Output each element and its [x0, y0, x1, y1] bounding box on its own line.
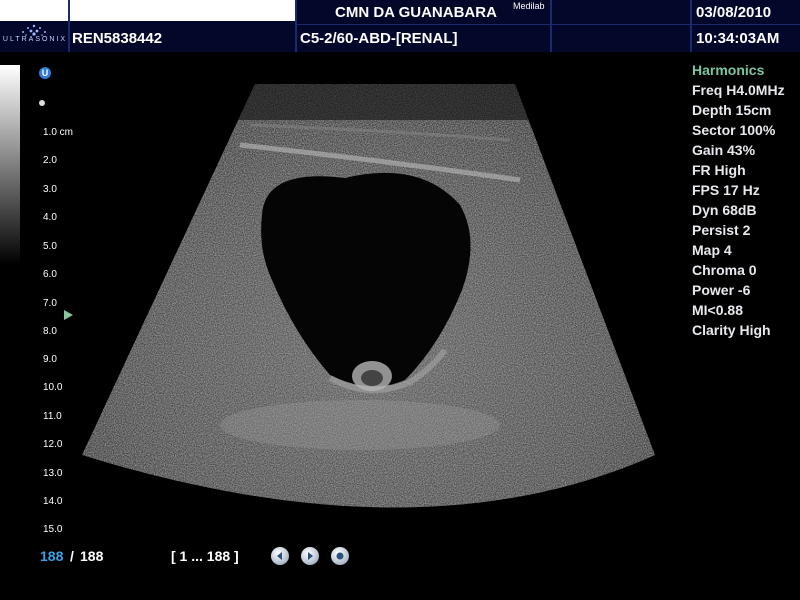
stop-icon: [336, 552, 344, 560]
depth-label: 2.0: [43, 155, 57, 166]
param-depth: Depth 15cm: [692, 102, 772, 118]
depth-label: 5.0: [43, 241, 57, 252]
param-chroma: Chroma 0: [692, 262, 757, 278]
param-harmonics: Harmonics: [692, 62, 765, 78]
sector-fan: [82, 84, 655, 508]
depth-label: 6.0: [43, 269, 57, 280]
imaging-parameters: Harmonics Freq H4.0MHz Depth 15cm Sector…: [692, 60, 800, 340]
param-clarity: Clarity High: [692, 322, 771, 338]
dot-icon: [39, 100, 45, 106]
depth-label: 13.0: [43, 468, 63, 479]
ultrasound-image[interactable]: [0, 0, 800, 600]
depth-label: 7.0: [43, 298, 57, 309]
depth-label: 9.0: [43, 354, 57, 365]
param-mi: MI<0.88: [692, 302, 743, 318]
depth-label: 8.0: [43, 326, 57, 337]
depth-label: 4.0: [43, 212, 57, 223]
cine-separator: /: [70, 548, 74, 564]
depth-label: 11.0: [43, 411, 62, 422]
param-fr: FR High: [692, 162, 746, 178]
play-icon: [308, 552, 313, 560]
depth-label: 12.0: [43, 439, 63, 450]
depth-label: 15.0: [43, 524, 63, 535]
cine-total-frames: 188: [80, 548, 104, 564]
param-fps: FPS 17 Hz: [692, 182, 760, 198]
param-sector: Sector 100%: [692, 122, 776, 138]
param-persist: Persist 2: [692, 222, 751, 238]
depth-label: 1.0 cm: [43, 127, 74, 138]
cine-current-frame: 188: [40, 548, 64, 564]
param-map: Map 4: [692, 242, 732, 258]
cine-stop-button[interactable]: [331, 547, 349, 565]
depth-label: 3.0: [43, 184, 57, 195]
focus-marker-icon[interactable]: [64, 310, 73, 320]
param-power: Power -6: [692, 282, 751, 298]
depth-label: 10.0: [43, 382, 63, 393]
param-dyn: Dyn 68dB: [692, 202, 757, 218]
param-freq: Freq H4.0MHz: [692, 82, 785, 98]
play-reverse-icon: [277, 552, 282, 560]
param-gain: Gain 43%: [692, 142, 756, 158]
cine-frame-range: [ 1 ... 188 ]: [171, 548, 239, 564]
u-icon[interactable]: U: [39, 67, 51, 79]
grayscale-bar: [0, 65, 20, 265]
cine-prev-button[interactable]: [271, 547, 289, 565]
cine-play-button[interactable]: [301, 547, 319, 565]
depth-label: 14.0: [43, 496, 63, 507]
